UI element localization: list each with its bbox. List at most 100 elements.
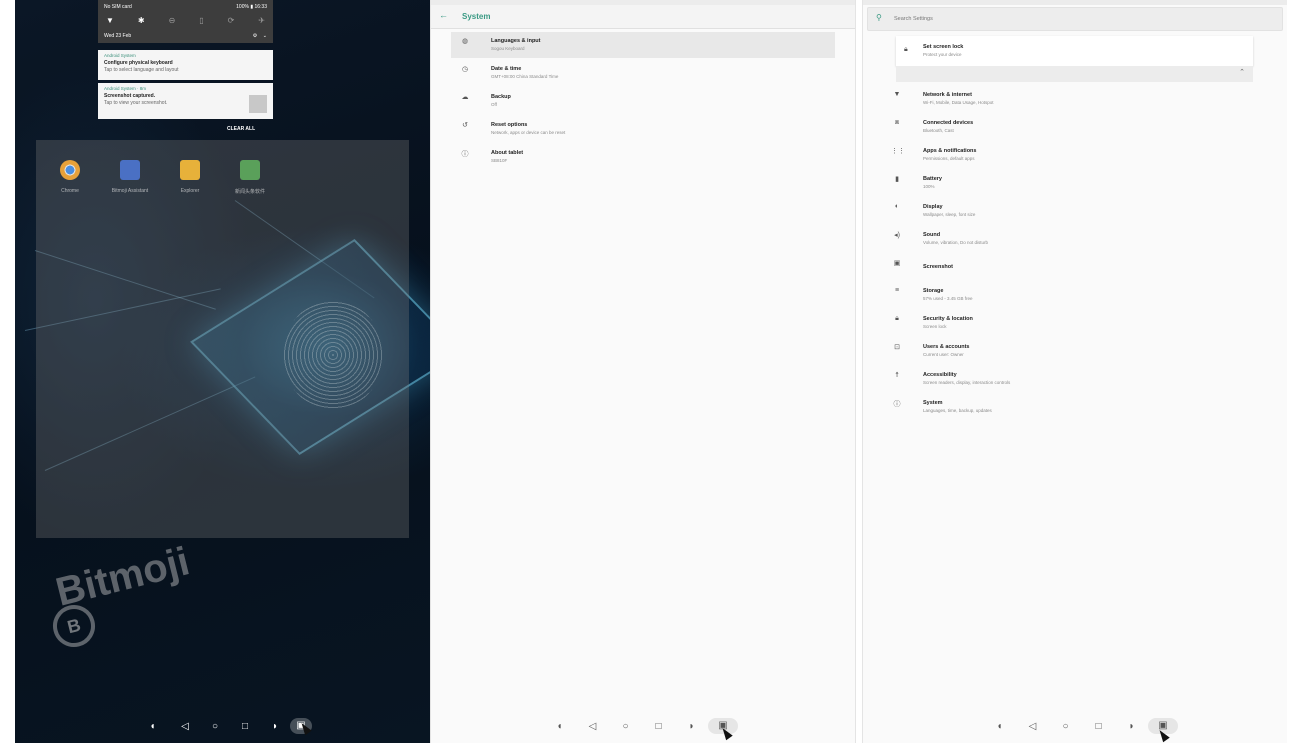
settings-item-date-time[interactable]: ◷ Date & time GMT+08:00 China Standard T… [451, 60, 835, 86]
info-icon: ⓘ [461, 151, 469, 158]
bluetooth-icon[interactable]: ✱ [138, 16, 145, 25]
folder-icon [180, 160, 200, 180]
volume-up-icon[interactable]: ◗ [675, 721, 708, 732]
cloud-upload-icon: ☁ [461, 94, 469, 101]
back-icon[interactable]: ◁ [170, 721, 200, 732]
volume-down-icon[interactable]: ◖ [543, 721, 576, 732]
page-title: System [462, 12, 491, 21]
account-icon: ⊡ [894, 344, 900, 351]
search-bar[interactable]: ⚲ Search Settings [867, 7, 1283, 31]
volume-down-icon[interactable]: ◖ [135, 721, 170, 732]
launcher-screen: Chrome Bitmoji Assistant Explorer 新闻头条软件… [15, 0, 431, 743]
app-label: Explorer [180, 188, 200, 194]
suggestion-title: Set screen lock [923, 44, 964, 50]
notification-subtitle: Tap to select language and layout [104, 67, 179, 73]
item-subtitle: SB810F [491, 158, 508, 163]
settings-item-languages[interactable]: ◍ Languages & input Sogou Keyboard [451, 32, 835, 58]
item-title: About tablet [491, 150, 524, 156]
settings-item-sound[interactable]: ◂) Sound Volume, vibration, Do not distu… [883, 226, 1267, 252]
settings-item-network[interactable]: ▼ Network & internet Wi-Fi, Mobile, Data… [883, 86, 1267, 112]
back-icon[interactable]: ◁ [576, 721, 609, 732]
screenshot-icon: ▣ [893, 260, 901, 267]
lock-icon: 🔒︎ [895, 315, 899, 322]
item-title: Date & time [491, 66, 522, 72]
app-label: 新闻头条软件 [234, 189, 265, 195]
do-not-disturb-icon[interactable]: ⊖ [169, 16, 176, 25]
expand-chevron-icon[interactable]: ⌄ [263, 33, 267, 39]
settings-item-security[interactable]: 🔒︎ Security & location Screen lock [883, 310, 1267, 336]
volume-down-icon[interactable]: ◖ [983, 721, 1016, 732]
settings-item-screenshot[interactable]: ▣ Screenshot [883, 254, 1267, 280]
suggestions-collapse-bar[interactable]: ⌃ [896, 66, 1253, 82]
brightness-icon: ◐ [894, 203, 900, 210]
settings-item-connected-devices[interactable]: ⧈ Connected devices Bluetooth, Cast [883, 114, 1267, 140]
app-bitmoji-assistant[interactable]: Bitmoji Assistant [100, 160, 160, 194]
notification-source: Android System · 8m [104, 86, 147, 91]
accessibility-icon: ☨ [895, 372, 899, 379]
item-title: Battery [923, 176, 942, 182]
settings-item-system[interactable]: ⓘ System Languages, time, backup, update… [883, 394, 1267, 420]
devices-icon: ⧈ [894, 119, 900, 126]
app-toolbar: ← System [431, 5, 855, 29]
item-title: Users & accounts [923, 344, 970, 350]
settings-item-display[interactable]: ◐ Display Wallpaper, sleep, font size [883, 198, 1267, 224]
item-subtitle: GMT+08:00 China Standard Time [491, 74, 559, 79]
item-subtitle: Bluetooth, Cast [923, 128, 954, 133]
back-icon[interactable]: ◁ [1016, 721, 1049, 732]
settings-item-storage[interactable]: ≡ Storage 57% used - 3.45 GB free [883, 282, 1267, 308]
item-title: Backup [491, 94, 511, 100]
bitmoji-app-icon [120, 160, 140, 180]
app-news[interactable]: 新闻头条软件 [220, 160, 280, 195]
quick-settings-row: ▼ ✱ ⊖ ▯ ⟳ ✈ [106, 16, 265, 25]
settings-item-accessibility[interactable]: ☨ Accessibility Screen readers, display,… [883, 366, 1267, 392]
back-arrow-icon[interactable]: ← [439, 10, 448, 20]
notification-source: Android System [104, 53, 136, 58]
flashlight-icon[interactable]: ▯ [199, 16, 203, 25]
airplane-icon[interactable]: ✈ [258, 16, 265, 25]
item-subtitle: Sogou Keyboard [491, 46, 525, 51]
settings-gear-icon[interactable]: ⚙ [253, 33, 257, 39]
volume-up-icon[interactable]: ◗ [1115, 721, 1148, 732]
carrier-text: No SIM card [104, 4, 132, 10]
screenshot-thumbnail[interactable] [249, 95, 267, 113]
item-subtitle: Languages, time, backup, updates [923, 408, 992, 413]
settings-home-screen: ⚲ Search Settings 🔒︎ Set screen lock Pro… [862, 0, 1287, 743]
navigation-bar: ◖ ◁ ○ □ ◗ ▣ [543, 718, 738, 734]
item-title: Screenshot [923, 264, 953, 270]
notification-subtitle: Tap to view your screenshot. [104, 100, 168, 106]
settings-item-about[interactable]: ⓘ About tablet SB810F [451, 144, 835, 170]
item-title: Network & internet [923, 92, 972, 98]
clear-all-button[interactable]: CLEAR ALL [227, 126, 255, 132]
screen-lock-suggestion[interactable]: 🔒︎ Set screen lock Protect your device [896, 36, 1253, 66]
recents-icon[interactable]: □ [642, 721, 675, 732]
info-icon: ⓘ [893, 401, 901, 408]
suggestion-subtitle: Protect your device [923, 52, 962, 57]
item-title: Accessibility [923, 372, 957, 378]
item-subtitle: 100% [923, 184, 935, 189]
notification-screenshot[interactable]: Android System · 8m Screenshot captured.… [98, 83, 273, 119]
item-subtitle: Current user: Owner [923, 352, 964, 357]
wifi-icon[interactable]: ▼ [106, 16, 114, 25]
item-subtitle: Volume, vibration, Do not disturb [923, 240, 989, 245]
settings-item-backup[interactable]: ☁ Backup Off [451, 88, 835, 114]
recents-icon[interactable]: □ [1082, 721, 1115, 732]
recents-icon[interactable]: □ [230, 721, 260, 732]
settings-item-apps[interactable]: ⋮⋮ Apps & notifications Permissions, def… [883, 142, 1267, 168]
item-title: Reset options [491, 122, 528, 128]
app-explorer[interactable]: Explorer [160, 160, 220, 194]
home-icon[interactable]: ○ [609, 721, 642, 732]
home-icon[interactable]: ○ [1049, 721, 1082, 732]
auto-rotate-icon[interactable]: ⟳ [228, 16, 235, 25]
notification-title: Screenshot captured. [104, 93, 156, 99]
battery-icon: ▮ [250, 4, 254, 10]
search-placeholder: Search Settings [894, 16, 933, 22]
notification-keyboard[interactable]: Android System Configure physical keyboa… [98, 50, 273, 80]
recents-overview[interactable] [36, 140, 409, 538]
settings-item-reset[interactable]: ↺ Reset options Network, apps or device … [451, 116, 835, 142]
navigation-bar: ◖ ◁ ○ □ ◗ ▣ [135, 718, 312, 734]
app-chrome[interactable]: Chrome [40, 160, 100, 194]
settings-item-users[interactable]: ⊡ Users & accounts Current user: Owner [883, 338, 1267, 364]
home-icon[interactable]: ○ [200, 721, 230, 732]
settings-item-battery[interactable]: ▮ Battery 100% [883, 170, 1267, 196]
volume-up-icon[interactable]: ◗ [260, 721, 290, 732]
